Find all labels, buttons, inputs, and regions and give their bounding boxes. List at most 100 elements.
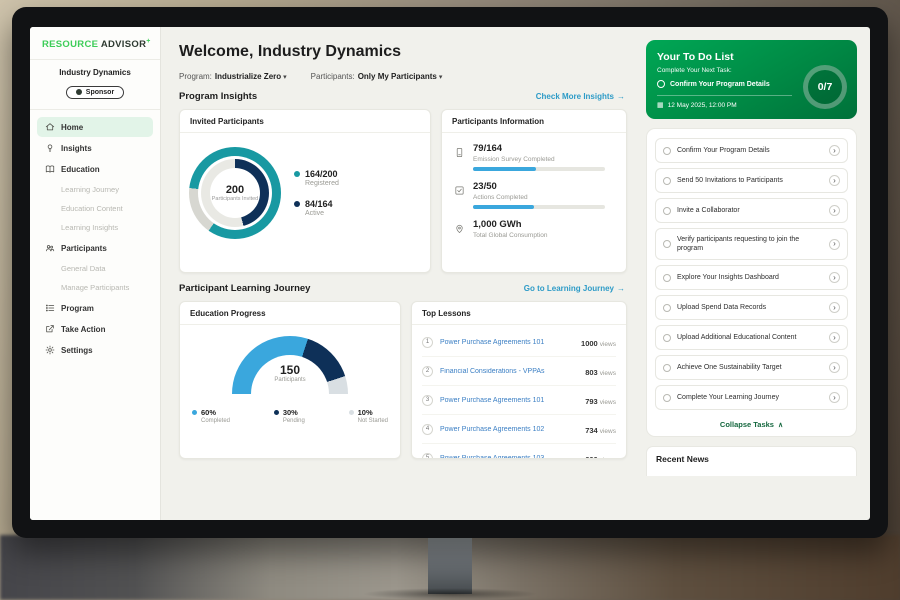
sidebar-item-label: Education <box>61 165 100 174</box>
logo-secondary: ADVISOR <box>101 39 146 50</box>
task-checkbox[interactable] <box>663 304 671 312</box>
lesson-link[interactable]: Power Purchase Agreements 103 <box>440 455 578 460</box>
legend-dot <box>349 410 354 415</box>
page-title: Welcome, Industry Dynamics <box>179 43 627 61</box>
legend-item-completed: 60% Completed <box>192 408 230 424</box>
participants-information-card: Participants Information 79/164 Emission… <box>441 109 627 273</box>
due-date: 12 May 2025, 12:00 PM <box>668 102 737 109</box>
logo-primary: RESOURCE <box>42 39 98 50</box>
lesson-row[interactable]: 1 Power Purchase Agreements 101 1000view… <box>422 328 616 357</box>
task-row[interactable]: Upload Additional Educational Content › <box>655 325 848 350</box>
program-filter-value: Industrialize Zero <box>215 72 281 81</box>
action-arrow-icon <box>45 324 55 334</box>
chevron-right-icon[interactable]: › <box>829 392 840 403</box>
lesson-row[interactable]: 5 Power Purchase Agreements 103 600views <box>422 444 616 459</box>
sidebar-item-settings[interactable]: Settings <box>37 340 153 360</box>
chevron-right-icon[interactable]: › <box>829 272 840 283</box>
check-more-insights-link[interactable]: Check More Insights→ <box>536 92 625 101</box>
task-row[interactable]: Send 50 Invitations to Participants › <box>655 168 848 193</box>
task-row[interactable]: Confirm Your Program Details › <box>655 138 848 163</box>
gear-icon <box>45 345 55 355</box>
task-row[interactable]: Invite a Collaborator › <box>655 198 848 223</box>
gauge-legend: 60% Completed 30% Pending <box>180 394 400 434</box>
task-checkbox[interactable] <box>657 80 665 88</box>
top-lessons-card: Top Lessons 1 Power Purchase Agreements … <box>411 301 627 459</box>
task-checkbox[interactable] <box>663 334 671 342</box>
lesson-row[interactable]: 2 Financial Considerations - VPPAs 803vi… <box>422 357 616 386</box>
task-row[interactable]: Verify participants requesting to join t… <box>655 228 848 260</box>
people-icon <box>45 243 55 253</box>
task-row[interactable]: Achieve One Sustainability Target › <box>655 355 848 380</box>
org-name: Industry Dynamics <box>35 68 155 77</box>
legend-item-pending: 30% Pending <box>274 408 305 424</box>
go-to-learning-journey-link[interactable]: Go to Learning Journey→ <box>524 284 625 293</box>
sidebar-item-label: Learning Journey <box>61 185 119 194</box>
sidebar-item-general-data[interactable]: General Data <box>37 259 153 278</box>
sidebar-item-learning-insights[interactable]: Learning Insights <box>37 218 153 237</box>
main-content: Welcome, Industry Dynamics Program:Indus… <box>161 27 641 520</box>
sidebar-item-participants[interactable]: Participants <box>37 238 153 258</box>
lesson-link[interactable]: Power Purchase Agreements 101 <box>440 397 578 404</box>
sidebar-item-education[interactable]: Education <box>37 159 153 179</box>
sidebar-item-label: Participants <box>61 244 107 253</box>
sidebar-item-insights[interactable]: Insights <box>37 138 153 158</box>
sponsor-badge[interactable]: Sponsor <box>66 86 124 99</box>
chevron-right-icon[interactable]: › <box>829 302 840 313</box>
chevron-right-icon[interactable]: › <box>829 239 840 250</box>
task-checkbox[interactable] <box>663 274 671 282</box>
collapse-tasks-link[interactable]: Collapse Tasks∧ <box>655 415 848 433</box>
sidebar-item-label: Manage Participants <box>61 283 129 292</box>
task-row[interactable]: Upload Spend Data Records › <box>655 295 848 320</box>
progress-bar <box>473 167 605 171</box>
task-checkbox[interactable] <box>663 177 671 185</box>
monitor-bezel: RESOURCE ADVISOR+ Industry Dynamics Spon… <box>12 7 888 538</box>
task-checkbox[interactable] <box>663 364 671 372</box>
todo-summary-card: Your To Do List Complete Your Next Task:… <box>646 40 857 119</box>
org-block: Industry Dynamics Sponsor <box>30 60 160 110</box>
program-filter[interactable]: Program:Industrialize Zero▾ <box>179 72 287 81</box>
section-title: Program Insights <box>179 91 257 102</box>
arrow-right-icon: → <box>617 92 625 101</box>
legend-dot <box>294 171 300 177</box>
invited-participants-card: Invited Participants 200 Participants In… <box>179 109 431 273</box>
participants-filter-value: Only My Participants <box>358 72 437 81</box>
task-checkbox[interactable] <box>663 240 671 248</box>
chevron-right-icon[interactable]: › <box>829 175 840 186</box>
chevron-right-icon[interactable]: › <box>829 145 840 156</box>
sidebar-item-learning-journey[interactable]: Learning Journey <box>37 180 153 199</box>
sidebar-item-label: General Data <box>61 264 106 273</box>
chevron-right-icon[interactable]: › <box>829 362 840 373</box>
survey-icon <box>454 145 465 156</box>
chevron-right-icon[interactable]: › <box>829 332 840 343</box>
sidebar-item-manage-participants[interactable]: Manage Participants <box>37 278 153 297</box>
list-icon <box>45 303 55 313</box>
task-checkbox[interactable] <box>663 207 671 215</box>
lesson-row[interactable]: 3 Power Purchase Agreements 101 793views <box>422 386 616 415</box>
legend-dot <box>274 410 279 415</box>
checklist-icon <box>454 183 465 194</box>
lesson-link[interactable]: Financial Considerations - VPPAs <box>440 368 578 375</box>
participants-filter-label: Participants: <box>311 72 355 81</box>
sidebar-item-home[interactable]: Home <box>37 117 153 137</box>
sidebar-item-education-content[interactable]: Education Content <box>37 199 153 218</box>
sidebar-item-program[interactable]: Program <box>37 298 153 318</box>
lesson-link[interactable]: Power Purchase Agreements 101 <box>440 339 574 346</box>
sidebar-item-take-action[interactable]: Take Action <box>37 319 153 339</box>
gauge-center-label: Participants <box>232 377 348 383</box>
chevron-down-icon: ▾ <box>439 74 443 81</box>
lesson-row[interactable]: 4 Power Purchase Agreements 102 734views <box>422 415 616 444</box>
chevron-right-icon[interactable]: › <box>829 205 840 216</box>
todo-progress-ring: 0/7 <box>803 65 847 109</box>
actions-completed-row: 23/50 Actions Completed <box>454 181 614 209</box>
participants-filter[interactable]: Participants:Only My Participants▾ <box>311 72 443 81</box>
todo-panel: Your To Do List Complete Your Next Task:… <box>641 27 870 520</box>
task-checkbox[interactable] <box>663 394 671 402</box>
lesson-link[interactable]: Power Purchase Agreements 102 <box>440 426 578 433</box>
task-row[interactable]: Complete Your Learning Journey › <box>655 385 848 410</box>
recent-news-header: Recent News <box>646 446 857 476</box>
legend-item-registered: 164/200 Registered <box>294 169 339 187</box>
lightbulb-icon <box>45 143 55 153</box>
task-row[interactable]: Explore Your Insights Dashboard › <box>655 265 848 290</box>
card-title: Participants Information <box>442 110 626 133</box>
task-checkbox[interactable] <box>663 147 671 155</box>
